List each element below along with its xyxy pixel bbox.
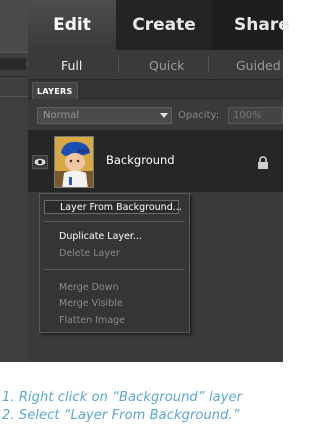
menu-separator — [44, 221, 185, 222]
edit-subtab-bar: Full Quick Guided — [28, 50, 283, 80]
layer-context-menu: Layer From Background... Duplicate Layer… — [39, 193, 190, 333]
menu-item-duplicate-layer[interactable]: Duplicate Layer... — [40, 229, 189, 243]
subtab-divider — [118, 57, 119, 73]
left-strip-header — [0, 0, 28, 52]
instruction-step-2: 2. Select “Layer From Background.” — [2, 408, 240, 423]
layer-name[interactable]: Background — [106, 153, 175, 167]
menu-separator — [44, 269, 185, 270]
opacity-label: Opacity: — [178, 110, 220, 121]
subtab-full[interactable]: Full — [61, 50, 82, 80]
tab-edit[interactable]: Edit — [28, 0, 116, 50]
menu-item-layer-from-background[interactable]: Layer From Background... — [44, 200, 182, 214]
eye-icon[interactable] — [32, 155, 48, 169]
left-strip-divider — [0, 52, 28, 53]
menu-item-merge-down: Merge Down — [59, 281, 119, 293]
layers-panel-header: LAYERS — [28, 80, 283, 99]
layer-row-background[interactable]: Background — [28, 130, 283, 192]
subtab-divider — [208, 57, 209, 73]
menu-item-delete-layer: Delete Layer — [59, 247, 120, 259]
left-strip-rule — [0, 76, 28, 77]
subtab-quick[interactable]: Quick — [149, 50, 184, 80]
left-panel-strip — [0, 0, 28, 362]
layer-controls: Normal Opacity: 100% — [28, 100, 283, 130]
opacity-input[interactable]: 100% — [228, 107, 283, 124]
subtab-guided[interactable]: Guided — [236, 50, 281, 80]
layer-thumbnail — [54, 136, 94, 188]
tab-create[interactable]: Create — [116, 0, 212, 50]
left-strip-rule — [0, 96, 28, 97]
mode-tab-bar: Edit Create Share — [28, 0, 290, 50]
left-strip-bar — [0, 58, 26, 70]
chevron-down-icon — [160, 113, 168, 118]
tab-share[interactable]: Share — [212, 0, 290, 50]
menu-item-merge-visible: Merge Visible — [59, 297, 123, 309]
lock-icon — [257, 154, 269, 173]
blend-mode-select[interactable]: Normal — [37, 107, 172, 124]
instruction-step-1: 1. Right click on “Background” layer — [2, 390, 243, 405]
layers-panel-tab[interactable]: LAYERS — [32, 82, 78, 99]
blend-mode-value: Normal — [43, 110, 80, 121]
menu-item-flatten-image: Flatten Image — [59, 314, 126, 326]
